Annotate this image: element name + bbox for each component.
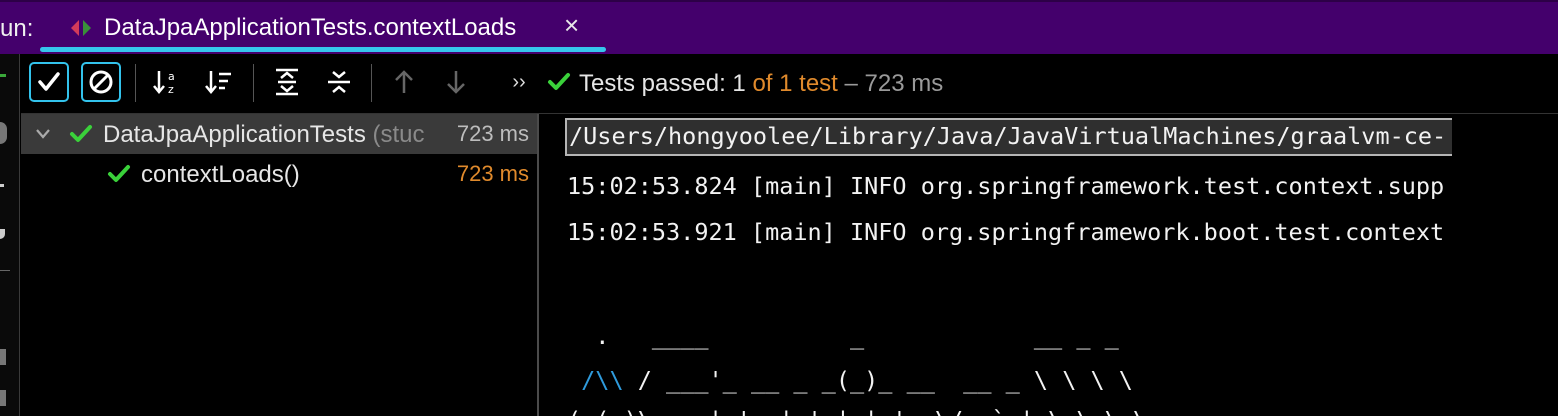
collapse-all-icon [328, 71, 350, 93]
next-failed-button[interactable] [436, 62, 476, 102]
run-label: un: [0, 15, 34, 42]
run-config-icon [71, 20, 91, 36]
gutter-settings-icon[interactable] [0, 229, 5, 239]
more-actions-button[interactable]: ›› [499, 62, 539, 102]
spring-banner-line: . ____ _ __ _ _ [567, 322, 1119, 350]
console-log-line: 15:02:53.824 [main] INFO org.springframe… [567, 172, 1445, 200]
passed-check-icon [70, 125, 92, 142]
ignored-icon [89, 70, 113, 94]
sort-alphabetically-icon: a z [153, 70, 175, 96]
test-method-duration: 723 ms [456, 161, 529, 186]
double-chevron-right-icon: ›› [512, 70, 526, 93]
gutter-layout-icon[interactable] [0, 184, 4, 187]
tree-node-test-class[interactable]: DataJpaApplicationTests (stuc 723 ms [21, 114, 537, 154]
expand-all-icon [276, 68, 298, 96]
test-results-tree: DataJpaApplicationTests (stuc 723 ms con… [21, 114, 539, 416]
sort-by-duration-icon [205, 71, 231, 94]
check-icon [38, 72, 60, 91]
close-icon[interactable]: × [564, 12, 579, 38]
toolbar-separator [135, 64, 136, 102]
console-output[interactable]: /Users/hongyoolee/Library/Java/JavaVirtu… [541, 114, 1558, 416]
passed-check-icon [108, 165, 130, 182]
check-icon [548, 73, 570, 90]
banner-blue-segment: /\\ [581, 366, 624, 394]
arrow-up-icon [395, 70, 413, 93]
active-tab-indicator [40, 47, 606, 52]
test-class-name: DataJpaApplicationTests (stuc [103, 121, 425, 148]
sort-by-duration-button[interactable] [199, 62, 239, 102]
sort-alphabetically-button[interactable]: a z [147, 62, 187, 102]
chevron-down-icon[interactable] [35, 128, 51, 140]
svg-text:a: a [168, 70, 175, 83]
toolbar-separator [253, 64, 254, 102]
show-ignored-button[interactable] [81, 62, 121, 102]
spring-banner-line: ( ( )\___ | '_ | '_| | '_ \/ _` | \ \ \ … [567, 406, 1147, 416]
total-duration: – 723 ms [844, 70, 944, 97]
collapse-all-button[interactable] [319, 62, 359, 102]
show-passed-button[interactable] [29, 62, 69, 102]
tool-window-gutter [0, 54, 20, 416]
toolbar-separator [371, 64, 372, 102]
gutter-rerun-icon[interactable] [0, 74, 6, 77]
expand-all-button[interactable] [267, 62, 307, 102]
gutter-print-icon[interactable] [0, 390, 6, 406]
previous-failed-button[interactable] [384, 62, 424, 102]
tab-title: DataJpaApplicationTests.contextLoads [104, 14, 517, 41]
test-runner-toolbar: a z ›› Tests passed: 1 of 1 test – 723 m… [21, 54, 1558, 114]
gutter-divider [0, 270, 10, 271]
test-status-summary: Tests passed: 1 of 1 test – 723 ms [547, 70, 943, 98]
test-class-duration: 723 ms [456, 121, 529, 146]
console-command-line: /Users/hongyoolee/Library/Java/JavaVirtu… [565, 118, 1453, 156]
console-log-line: 15:02:53.921 [main] INFO org.springframe… [567, 218, 1445, 246]
gutter-stop-icon[interactable] [0, 122, 7, 144]
test-method-name: contextLoads() [141, 161, 300, 188]
gutter-scroll-icon[interactable] [0, 349, 6, 365]
passed-count: 1 [732, 70, 746, 97]
run-tab-contextloads[interactable]: DataJpaApplicationTests.contextLoads × [40, 2, 606, 54]
spring-banner-line: /\\ / ___'_ __ _ _(_)_ __ __ _ \ \ \ \ [567, 366, 1133, 394]
status-label: Tests passed: [579, 70, 726, 97]
svg-text:z: z [168, 83, 174, 96]
arrow-down-icon [447, 71, 465, 94]
total-count: of 1 test [752, 70, 838, 97]
banner-rest-segment: / ___'_ __ _ _(_)_ __ __ _ \ \ \ \ [623, 366, 1133, 394]
tree-node-test-method[interactable]: contextLoads() 723 ms [21, 154, 537, 194]
run-tool-window-header: un: DataJpaApplicationTests.contextLoads… [0, 0, 1558, 54]
